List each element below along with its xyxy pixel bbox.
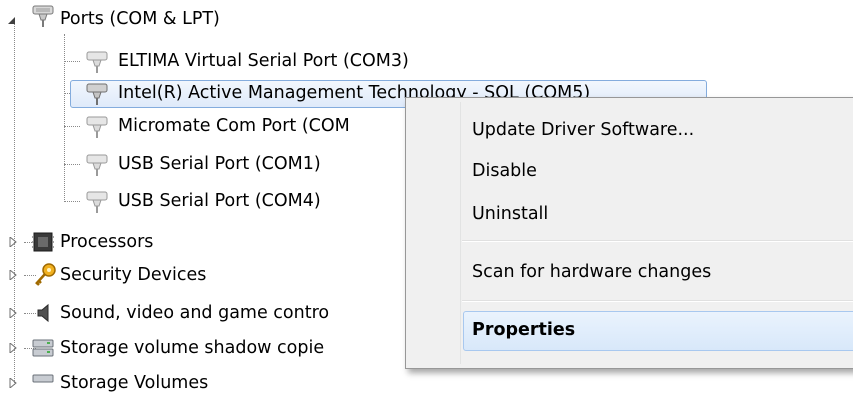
tree-category-storage-shadow[interactable]: Storage volume shadow copie [0,333,400,363]
tree-category-label: Ports (COM & LPT) [60,9,220,29]
tree-item-port[interactable]: Micromate Com Port (COM [0,111,400,141]
expand-arrow-icon[interactable] [9,237,19,247]
collapse-arrow-icon[interactable] [6,15,16,25]
storage-drive-icon [32,374,54,383]
tree-category-label: Storage Volumes [60,373,209,393]
menu-icon-gutter [460,102,461,364]
expand-arrow-icon[interactable] [9,308,19,318]
expand-arrow-icon[interactable] [9,378,19,388]
speaker-icon [37,303,49,323]
menu-separator [462,240,853,242]
port-connector-icon [86,116,108,138]
storage-drive-icon [32,339,54,357]
tree-category-processors[interactable]: Processors [0,227,400,257]
tree-category-label: Security Devices [60,265,207,285]
port-connector-icon [32,5,54,27]
tree-item-port[interactable]: USB Serial Port (COM1) [0,149,400,179]
tree-category-storage-volumes[interactable]: Storage Volumes [0,368,400,398]
expand-arrow-icon[interactable] [9,270,19,280]
tree-category-sound[interactable]: Sound, video and game contro [0,298,400,328]
tree-item-port[interactable]: ELTIMA Virtual Serial Port (COM3) [0,46,853,76]
tree-category-security-devices[interactable]: Security Devices [0,260,400,290]
tree-item-label: USB Serial Port (COM1) [118,154,321,174]
tree-item-port[interactable]: USB Serial Port (COM4) [0,186,400,216]
port-connector-icon [86,51,108,73]
menu-item-properties[interactable]: Properties [472,312,575,348]
menu-separator [462,300,853,302]
port-connector-icon [86,154,108,176]
tree-category-label: Processors [60,232,154,252]
menu-item-disable[interactable]: Disable [472,153,537,189]
tree-category-ports[interactable]: Ports (COM & LPT) [0,4,853,34]
menu-item-uninstall[interactable]: Uninstall [472,196,548,232]
port-connector-icon [86,191,108,213]
tree-category-label: Storage volume shadow copie [60,338,325,358]
tree-item-label: ELTIMA Virtual Serial Port (COM3) [118,51,409,71]
key-icon [35,263,56,286]
tree-item-label: USB Serial Port (COM4) [118,191,321,211]
tree-item-label: Micromate Com Port (COM [118,116,350,136]
menu-item-scan-hardware[interactable]: Scan for hardware changes [472,254,711,290]
port-connector-icon [86,83,108,105]
menu-item-update-driver[interactable]: Update Driver Software... [472,112,694,148]
context-menu: Update Driver Software... Disable Uninst… [405,97,853,369]
processor-chip-icon [32,232,54,252]
expand-arrow-icon[interactable] [9,343,19,353]
tree-category-label: Sound, video and game contro [60,303,330,323]
